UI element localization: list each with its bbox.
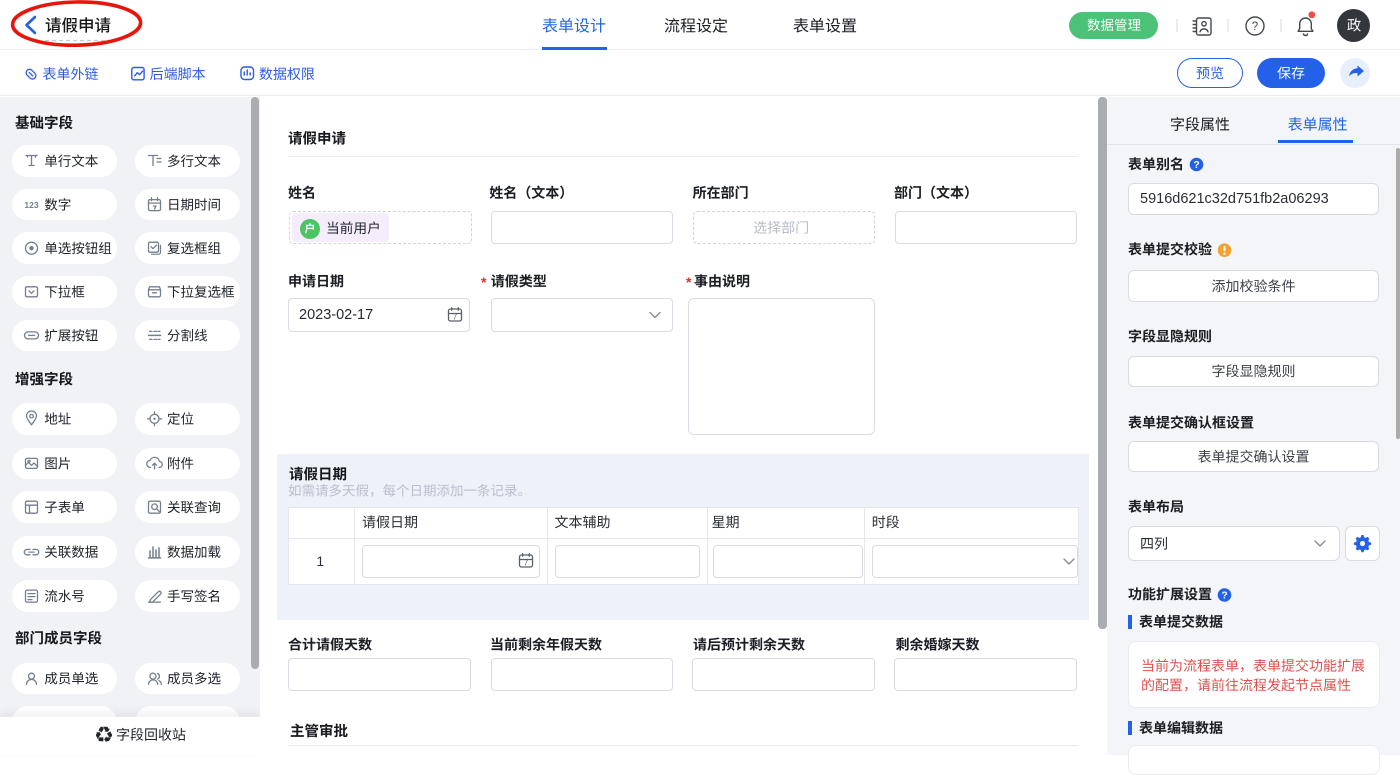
svg-text:?: ? — [1221, 591, 1227, 602]
svg-text:?: ? — [1193, 160, 1199, 171]
svg-text:123: 123 — [24, 200, 38, 210]
svg-text:7: 7 — [524, 559, 529, 568]
svg-text:?: ? — [1252, 21, 1258, 33]
svg-text:7: 7 — [453, 313, 458, 322]
